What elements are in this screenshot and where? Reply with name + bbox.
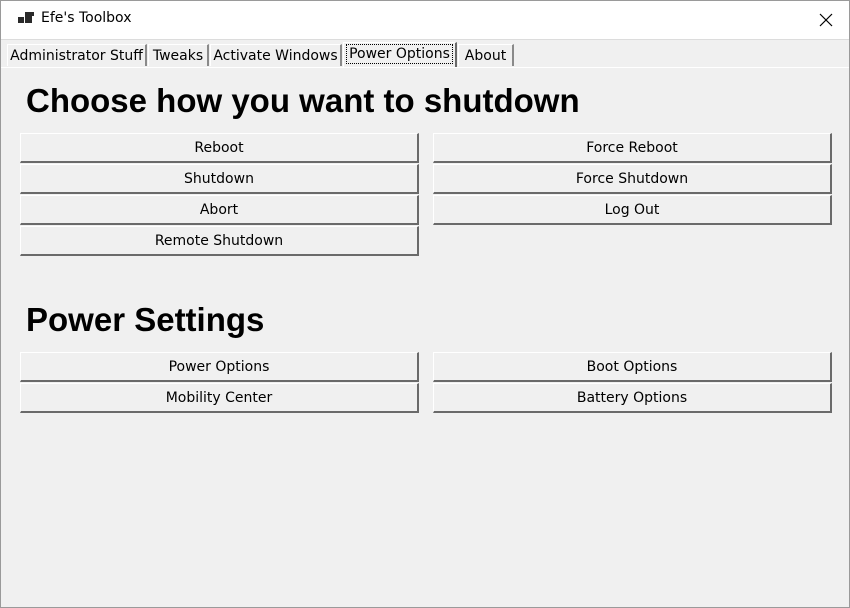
title-bar[interactable]: Efe's Toolbox bbox=[1, 1, 849, 40]
remote-shutdown-button[interactable]: Remote Shutdown bbox=[20, 226, 419, 256]
close-icon bbox=[819, 13, 833, 27]
boot-options-button[interactable]: Boot Options bbox=[433, 352, 832, 382]
shutdown-button[interactable]: Shutdown bbox=[20, 164, 419, 194]
force-shutdown-button[interactable]: Force Shutdown bbox=[433, 164, 832, 194]
tab-administrator-stuff[interactable]: Administrator Stuff bbox=[7, 44, 147, 66]
log-out-button[interactable]: Log Out bbox=[433, 195, 832, 225]
battery-options-button[interactable]: Battery Options bbox=[433, 383, 832, 413]
reboot-button[interactable]: Reboot bbox=[20, 133, 419, 163]
shutdown-heading: Choose how you want to shutdown bbox=[26, 82, 580, 119]
abort-button[interactable]: Abort bbox=[20, 195, 419, 225]
window-title: Efe's Toolbox bbox=[41, 10, 132, 26]
tab-activate-windows[interactable]: Activate Windows bbox=[210, 44, 342, 66]
tab-panel-border bbox=[1, 67, 849, 68]
tab-about[interactable]: About bbox=[458, 44, 514, 66]
force-reboot-button[interactable]: Force Reboot bbox=[433, 133, 832, 163]
app-window: Efe's Toolbox Administrator Stuff Tweaks… bbox=[0, 0, 850, 608]
tab-strip: Administrator Stuff Tweaks Activate Wind… bbox=[1, 40, 849, 68]
tab-power-options[interactable]: Power Options bbox=[343, 42, 457, 68]
close-button[interactable] bbox=[803, 1, 849, 39]
tab-tweaks[interactable]: Tweaks bbox=[148, 44, 209, 66]
app-icon bbox=[18, 12, 34, 26]
power-options-button[interactable]: Power Options bbox=[20, 352, 419, 382]
mobility-center-button[interactable]: Mobility Center bbox=[20, 383, 419, 413]
power-settings-heading: Power Settings bbox=[26, 301, 265, 338]
